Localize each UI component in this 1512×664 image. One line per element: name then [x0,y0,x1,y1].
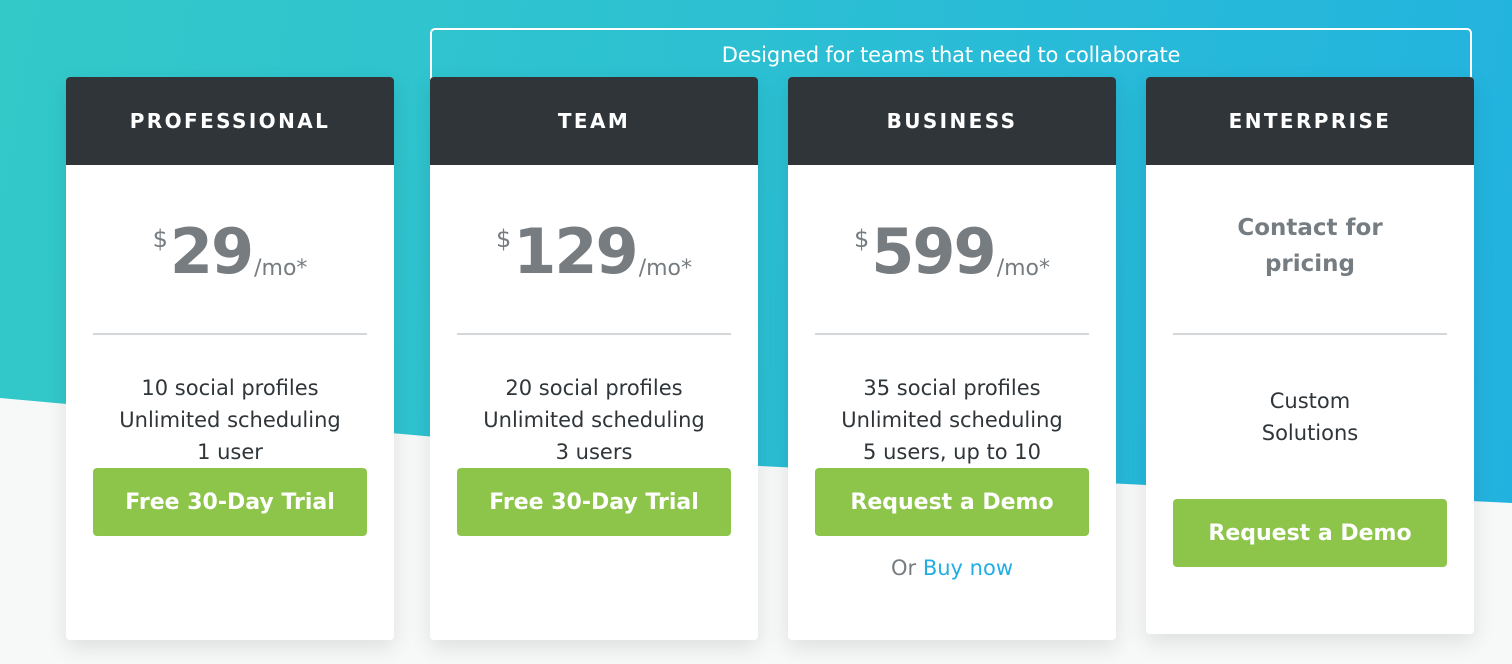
contact-line-1: Contact for [1237,215,1383,241]
plan-name: BUSINESS [788,77,1116,165]
plan-card-team: TEAM $ 129 /mo* 20 social profiles Unlim… [430,77,758,640]
plan-features: 35 social profiles Unlimited scheduling … [788,335,1116,468]
plan-name: TEAM [430,77,758,165]
free-trial-button[interactable]: Free 30-Day Trial [457,468,731,536]
free-trial-button[interactable]: Free 30-Day Trial [93,468,367,536]
plan-price: $ 129 /mo* [430,165,758,333]
plan-name: ENTERPRISE [1146,77,1474,165]
plan-features: 20 social profiles Unlimited scheduling … [430,335,758,468]
price-period: /mo* [254,256,308,281]
feature-item: Unlimited scheduling [483,408,705,432]
plan-price: Contact for pricing [1146,165,1474,333]
feature-item: 1 user [197,440,263,464]
price-amount: 129 [513,215,638,288]
price-currency: $ [152,225,168,253]
feature-item: Unlimited scheduling [119,408,341,432]
price-period: /mo* [996,256,1050,281]
feature-item: 35 social profiles [863,376,1041,400]
plan-card-professional: PROFESSIONAL $ 29 /mo* 10 social profile… [66,77,394,640]
price-period: /mo* [638,256,692,281]
request-demo-button[interactable]: Request a Demo [815,468,1089,536]
request-demo-button[interactable]: Request a Demo [1173,499,1447,567]
plan-price: $ 599 /mo* [788,165,1116,333]
plan-features: 10 social profiles Unlimited scheduling … [66,335,394,468]
feature-item: 10 social profiles [141,376,319,400]
buy-now-line: Or Buy now [788,556,1116,580]
plan-card-enterprise: ENTERPRISE Contact for pricing Custom So… [1146,77,1474,634]
feature-item: Solutions [1261,421,1359,445]
feature-item: 5 users, up to 10 [863,440,1041,464]
feature-item: Custom [1269,389,1351,413]
plan-price: $ 29 /mo* [66,165,394,333]
buy-now-link[interactable]: Buy now [923,556,1013,580]
price-currency: $ [495,225,512,253]
price-amount: 29 [169,215,254,288]
contact-line-2: pricing [1264,251,1356,277]
buy-now-prefix: Or [890,556,917,580]
feature-item: 3 users [555,440,633,464]
price-amount: 599 [871,215,996,288]
feature-item: 20 social profiles [505,376,683,400]
price-currency: $ [853,225,870,253]
plan-card-business: BUSINESS $ 599 /mo* 35 social profiles U… [788,77,1116,640]
plan-name: PROFESSIONAL [66,77,394,165]
contact-for-pricing: Contact for pricing [1235,210,1385,282]
plan-features: Custom Solutions [1146,335,1474,499]
feature-item: Unlimited scheduling [841,408,1063,432]
